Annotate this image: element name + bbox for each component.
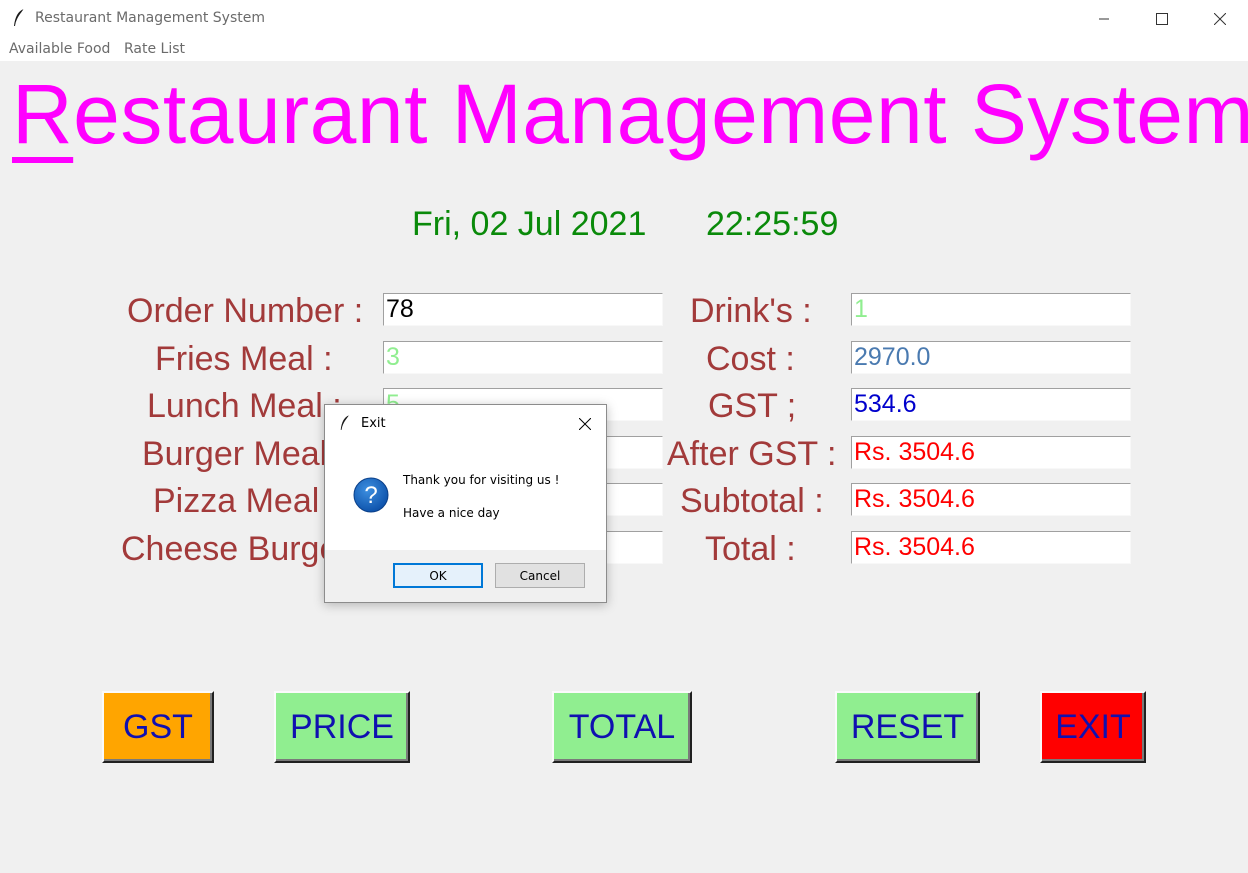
subtotal-field[interactable]: Rs. 3504.6 xyxy=(851,483,1131,516)
cost-field[interactable]: 2970.0 xyxy=(851,341,1131,374)
menu-bar: Available Food Rate List xyxy=(0,38,1248,61)
close-icon xyxy=(1214,13,1226,25)
total-field[interactable]: Rs. 3504.6 xyxy=(851,531,1131,564)
label-total: Total : xyxy=(705,530,796,568)
price-button[interactable]: PRICE xyxy=(274,691,410,763)
minimize-icon xyxy=(1099,18,1109,20)
label-lunch-meal: Lunch Meal : xyxy=(147,387,342,425)
label-gst: GST ; xyxy=(708,387,797,425)
reset-button[interactable]: RESET xyxy=(835,691,980,763)
exit-dialog: Exit ? Thank you for visiting us ! Have … xyxy=(324,404,607,603)
feather-icon xyxy=(340,415,350,430)
minimize-button[interactable] xyxy=(1075,0,1133,38)
page-title-rest: estaurant Management System xyxy=(73,67,1248,161)
maximize-icon xyxy=(1156,13,1168,25)
dialog-title: Exit xyxy=(361,416,386,431)
time-display: 22:25:59 xyxy=(706,205,839,243)
menu-available-food[interactable]: Available Food xyxy=(9,41,110,57)
title-bar: Restaurant Management System xyxy=(0,0,1248,38)
page-title-first-letter: R xyxy=(12,67,74,161)
label-subtotal: Subtotal : xyxy=(680,482,824,520)
app-window: Restaurant Management System Available F… xyxy=(0,0,1248,873)
maximize-button[interactable] xyxy=(1133,0,1191,38)
gst-button[interactable]: GST xyxy=(102,691,214,763)
fries-meal-field[interactable]: 3 xyxy=(383,341,663,374)
feather-icon xyxy=(14,8,25,26)
dialog-close-button[interactable] xyxy=(571,411,599,437)
dialog-cancel-button[interactable]: Cancel xyxy=(495,563,585,588)
exit-button[interactable]: EXIT xyxy=(1040,691,1146,763)
dialog-ok-button[interactable]: OK xyxy=(393,563,483,588)
svg-text:?: ? xyxy=(364,482,377,509)
date-display: Fri, 02 Jul 2021 xyxy=(412,205,647,243)
menu-rate-list[interactable]: Rate List xyxy=(124,41,185,57)
dialog-message-line2: Have a nice day xyxy=(403,506,500,520)
dialog-message-line1: Thank you for visiting us ! xyxy=(403,473,560,487)
gst-field[interactable]: 534.6 xyxy=(851,388,1131,421)
label-cost: Cost : xyxy=(706,340,795,378)
window-title: Restaurant Management System xyxy=(35,10,265,26)
question-icon: ? xyxy=(353,477,389,513)
page-title: Restaurant Management System xyxy=(12,66,1248,162)
after-gst-field[interactable]: Rs. 3504.6 xyxy=(851,436,1131,469)
close-window-button[interactable] xyxy=(1191,0,1248,38)
total-button[interactable]: TOTAL xyxy=(552,691,692,763)
label-pizza-meal: Pizza Meal : xyxy=(153,482,339,520)
label-order-number: Order Number : xyxy=(127,292,364,330)
close-icon xyxy=(579,418,591,430)
label-after-gst: After GST : xyxy=(667,435,837,473)
label-burger-meal: Burger Meal : xyxy=(142,435,347,473)
drinks-field[interactable]: 1 xyxy=(851,293,1131,326)
dialog-footer: OK Cancel xyxy=(325,550,606,602)
label-drinks: Drink's : xyxy=(690,292,812,330)
label-fries-meal: Fries Meal : xyxy=(155,340,333,378)
order-number-field[interactable]: 78 xyxy=(383,293,663,326)
